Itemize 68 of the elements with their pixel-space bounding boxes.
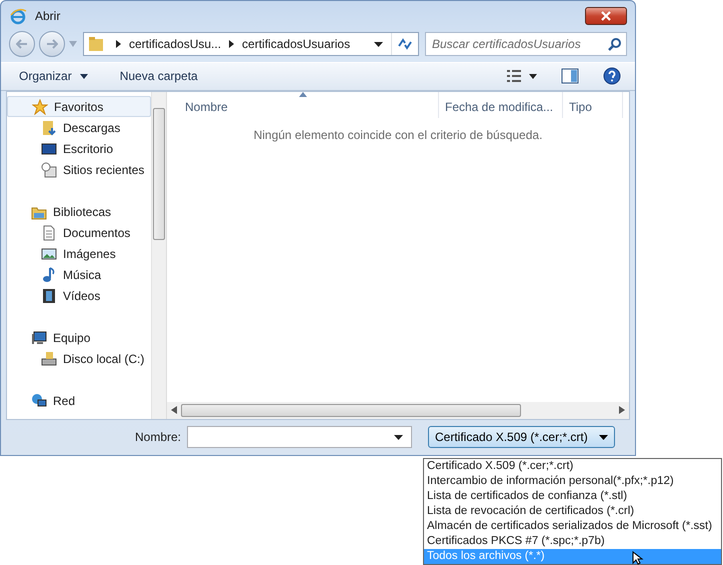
back-arrow-icon: [16, 39, 28, 50]
refresh-arrows-icon: [396, 37, 414, 52]
sidebar-item[interactable]: Favoritos: [7, 96, 151, 118]
folder-icon: [88, 36, 104, 52]
caret-icon: [80, 74, 88, 79]
sidebar-item[interactable]: Documentos: [7, 222, 151, 244]
help-icon[interactable]: [603, 67, 621, 86]
picture-icon: [41, 246, 57, 262]
sidebar-item[interactable]: Vídeos: [7, 285, 151, 306]
sort-arrow-icon: [298, 92, 306, 98]
caret-icon: [599, 434, 608, 440]
view-options-icon[interactable]: [507, 69, 537, 84]
scroll-thumb[interactable]: [153, 108, 165, 240]
sidebar-item[interactable]: Escritorio: [7, 138, 151, 160]
search-field[interactable]: Buscar certificadosUsuarios: [430, 34, 608, 54]
breadcrumb-item[interactable]: certificadosUsu...: [129, 35, 222, 54]
scroll-right-icon[interactable]: [619, 406, 625, 414]
desktop-icon: [41, 140, 57, 157]
filename-label: Nombre:: [135, 429, 182, 446]
column-header[interactable]: Tipo: [563, 92, 623, 118]
search-box[interactable]: Buscar certificadosUsuarios: [425, 32, 627, 56]
network-icon: [31, 392, 47, 409]
file-type-dropdown[interactable]: Certificado X.509 (*.cer;*.crt): [428, 426, 616, 448]
document-icon: [41, 224, 57, 241]
dropdown-option[interactable]: Certificado X.509 (*.cer;*.crt): [424, 459, 721, 474]
window-title: Abrir: [35, 8, 60, 25]
empty-message: Ningún elemento coincide con el criterio de búsqueda.: [254, 128, 542, 142]
new-folder-button[interactable]: Nueva carpeta: [116, 65, 202, 88]
dropdown-option[interactable]: Certificados PKCS #7 (*.spc;*.p7b): [424, 534, 721, 549]
film-icon: [41, 288, 57, 304]
sidebar-item[interactable]: Imágenes: [7, 243, 151, 264]
browser-logo-icon: [9, 6, 27, 25]
drive-icon: [41, 350, 57, 367]
scroll-thumb[interactable]: [181, 404, 521, 417]
chevron-icon[interactable]: [116, 40, 121, 48]
dropdown-option[interactable]: Lista de revocación de certificados (*.crl): [424, 504, 721, 519]
sidebar-item[interactable]: Bibliotecas: [7, 201, 151, 222]
horizontal-scrollbar[interactable]: [167, 402, 629, 419]
close-button[interactable]: [585, 6, 627, 25]
preview-pane-icon[interactable]: [561, 68, 579, 84]
computer-icon: [31, 330, 47, 346]
column-header[interactable]: Nombre: [167, 92, 439, 118]
chevron-icon[interactable]: [229, 40, 234, 48]
caret-icon[interactable]: [394, 434, 404, 440]
music-note-icon: [41, 266, 57, 283]
search-icon: [608, 37, 622, 52]
star-icon: [32, 98, 48, 115]
vertical-scrollbar[interactable]: [151, 92, 166, 419]
sidebar-item[interactable]: Disco local (C:): [7, 348, 151, 370]
address-bar[interactable]: certificadosUsu... certificadosUsuarios: [83, 32, 419, 56]
close-icon: [601, 10, 611, 21]
sidebar-item[interactable]: Música: [7, 264, 151, 286]
download-folder-icon: [41, 120, 57, 136]
column-header[interactable]: Fecha de modifica...: [439, 92, 563, 118]
sidebar-item[interactable]: Equipo: [7, 327, 151, 348]
forward-arrow-icon: [46, 39, 58, 50]
sidebar-item[interactable]: Red: [7, 390, 151, 412]
dropdown-option[interactable]: Lista de certificados de confianza (*.stl): [424, 489, 721, 504]
recent-places-icon: [41, 162, 57, 178]
breadcrumb-item[interactable]: certificadosUsuarios: [242, 35, 350, 54]
sidebar-item[interactable]: Descargas: [7, 117, 151, 138]
dropdown-option[interactable]: Intercambio de información personal(*.pfx;*.p12): [424, 474, 721, 489]
filename-field[interactable]: [187, 426, 412, 448]
sidebar-item[interactable]: Sitios recientes: [7, 159, 151, 180]
dropdown-option[interactable]: Almacén de certificados serializados de Microsoft (*.sst): [424, 519, 721, 534]
scroll-left-icon[interactable]: [171, 406, 177, 414]
caret-icon[interactable]: [374, 42, 383, 47]
organize-menu-button[interactable]: Organizar: [15, 65, 92, 88]
